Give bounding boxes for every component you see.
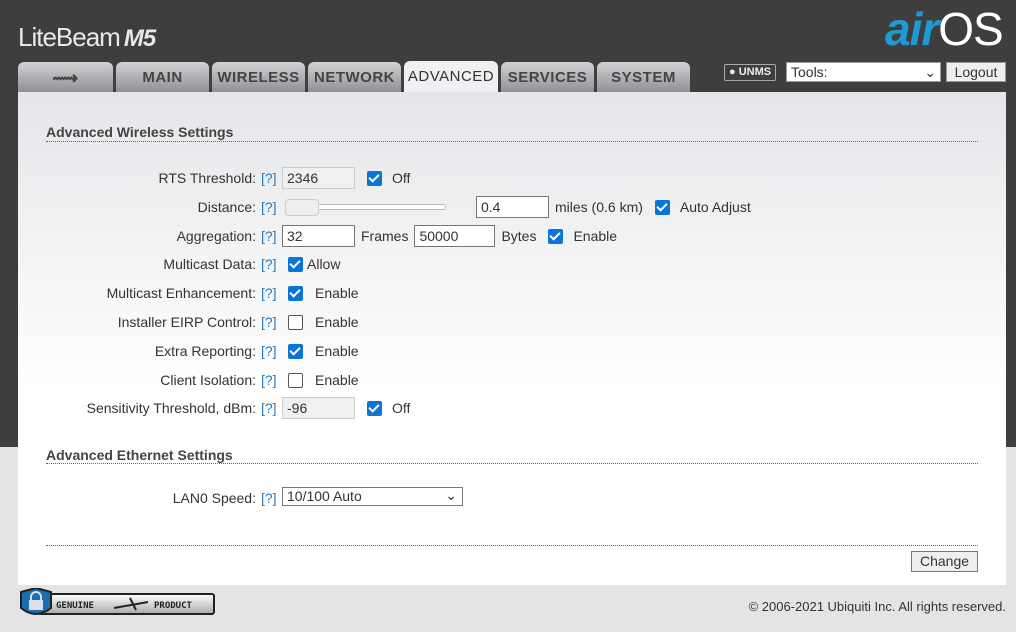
chevron-down-icon: ⌄ <box>924 64 936 80</box>
rts-off-label: Off <box>392 170 411 186</box>
chevron-down-icon: ⌄ <box>445 487 457 503</box>
auto-adjust-label: Auto Adjust <box>679 199 751 215</box>
logo-os: OS <box>938 3 1003 55</box>
brand-name: LiteBeam <box>18 22 121 52</box>
lan0-row: LAN0 Speed: [?] 10/100 Auto ⌄ <box>18 487 978 509</box>
help-link[interactable]: [?] <box>261 196 277 218</box>
help-link[interactable]: [?] <box>261 253 277 275</box>
distance-input[interactable]: 0.4 <box>476 196 549 218</box>
tools-value: Tools: <box>791 64 828 80</box>
eirp-enable-label: Enable <box>315 314 359 330</box>
tools-select[interactable]: Tools: ⌄ <box>786 62 941 82</box>
aggregation-label: Aggregation: <box>176 228 256 244</box>
distance-unit: miles (0.6 km) <box>555 199 643 215</box>
aggregation-enable-label: Enable <box>573 228 618 244</box>
tab-wireless[interactable]: WIRELESS <box>212 62 305 92</box>
content-panel: Advanced Wireless Settings RTS Threshold… <box>18 92 1006 585</box>
badge-genuine-text: GENUINE <box>56 601 94 611</box>
distance-label: Distance: <box>197 199 256 215</box>
slider-handle[interactable] <box>285 199 319 216</box>
help-link[interactable]: [?] <box>261 167 277 189</box>
device-brand: LiteBeam M5 <box>18 22 156 53</box>
tab-home[interactable]: ⟿ <box>18 62 113 92</box>
tab-main[interactable]: MAIN <box>116 62 209 92</box>
mcast-enh-enable-label: Enable <box>315 285 359 301</box>
airos-logo: airOS <box>885 2 1004 56</box>
mcast-enh-row: Multicast Enhancement: [?] Enable <box>18 282 978 304</box>
frames-input[interactable]: 32 <box>282 225 355 247</box>
multicast-label: Multicast Data: <box>163 256 256 272</box>
reporting-checkbox[interactable] <box>288 343 303 359</box>
mcast-enh-label: Multicast Enhancement: <box>106 285 256 301</box>
multicast-row: Multicast Data: [?] Allow <box>18 253 978 275</box>
isolation-row: Client Isolation: [?] Enable <box>18 369 978 391</box>
reporting-enable-label: Enable <box>315 343 359 359</box>
distance-slider[interactable] <box>285 199 446 216</box>
help-link[interactable]: [?] <box>261 225 277 247</box>
unms-label: UNMS <box>738 66 772 78</box>
sensitivity-input[interactable]: -96 <box>282 397 355 419</box>
help-link[interactable]: [?] <box>261 487 277 509</box>
multicast-allow-label: Allow <box>307 256 341 272</box>
mcast-enh-checkbox[interactable] <box>288 285 303 301</box>
section-title-ethernet: Advanced Ethernet Settings <box>46 447 233 463</box>
badge-product-text: PRODUCT <box>154 601 193 611</box>
rts-input[interactable]: 2346 <box>282 167 355 189</box>
reporting-label: Extra Reporting: <box>154 343 256 359</box>
help-link[interactable]: [?] <box>261 282 277 304</box>
rts-off-checkbox[interactable] <box>367 170 382 186</box>
logout-button[interactable]: Logout <box>946 62 1006 82</box>
isolation-enable-label: Enable <box>315 372 359 388</box>
aggregation-row: Aggregation: [?] 32 Frames 50000 Bytes Enable <box>18 225 978 247</box>
lan0-speed-select[interactable]: 10/100 Auto ⌄ <box>282 487 463 506</box>
lan0-speed-value: 10/100 Auto <box>287 488 362 504</box>
eirp-label: Installer EIRP Control: <box>117 314 256 330</box>
aggregation-checkbox[interactable] <box>548 228 564 244</box>
auto-adjust-checkbox[interactable] <box>654 199 670 215</box>
rts-label: RTS Threshold: <box>158 170 256 186</box>
eirp-row: Installer EIRP Control: [?] Enable <box>18 311 978 333</box>
help-link[interactable]: [?] <box>261 340 277 362</box>
distance-row: Distance: [?] 0.4 miles (0.6 km) Auto Adjus… <box>18 196 978 218</box>
unms-button[interactable]: ● UNMS <box>724 64 777 81</box>
rts-row: RTS Threshold: [?] 2346 Off <box>18 167 978 189</box>
sensitivity-row: Sensitivity Threshold, dBm: [?] -96 Off <box>18 397 978 419</box>
lan0-label: LAN0 Speed: <box>172 490 256 506</box>
help-link[interactable]: [?] <box>261 397 277 419</box>
isolation-checkbox[interactable] <box>288 372 303 388</box>
tab-services[interactable]: SERVICES <box>501 62 594 92</box>
bytes-input[interactable]: 50000 <box>414 225 496 247</box>
divider <box>46 463 978 464</box>
genuine-product-badge: GENUINE PRODUCT <box>20 588 215 615</box>
sensitivity-label: Sensitivity Threshold, dBm: <box>86 400 256 416</box>
sensitivity-off-checkbox[interactable] <box>367 400 382 416</box>
tab-system[interactable]: SYSTEM <box>597 62 690 92</box>
divider <box>46 141 978 142</box>
logo-air: air <box>885 3 939 55</box>
eirp-checkbox[interactable] <box>288 314 303 330</box>
tab-network[interactable]: NETWORK <box>308 62 401 92</box>
section-title-wireless: Advanced Wireless Settings <box>46 124 234 140</box>
change-button[interactable]: Change <box>911 551 978 572</box>
isolation-label: Client Isolation: <box>160 372 256 388</box>
help-link[interactable]: [?] <box>261 311 277 333</box>
model-name: M5 <box>123 25 156 52</box>
help-link[interactable]: [?] <box>261 369 277 391</box>
copyright: © 2006-2021 Ubiquiti Inc. All rights res… <box>748 599 1006 614</box>
multicast-checkbox[interactable] <box>288 256 303 272</box>
sensitivity-off-label: Off <box>392 400 411 416</box>
divider <box>46 545 978 546</box>
ubiquiti-logo-icon: ⟿ <box>52 68 79 88</box>
frames-label: Frames <box>361 228 409 244</box>
bytes-label: Bytes <box>501 228 537 244</box>
reporting-row: Extra Reporting: [?] Enable <box>18 340 978 362</box>
tab-advanced[interactable]: ADVANCED <box>404 61 498 93</box>
